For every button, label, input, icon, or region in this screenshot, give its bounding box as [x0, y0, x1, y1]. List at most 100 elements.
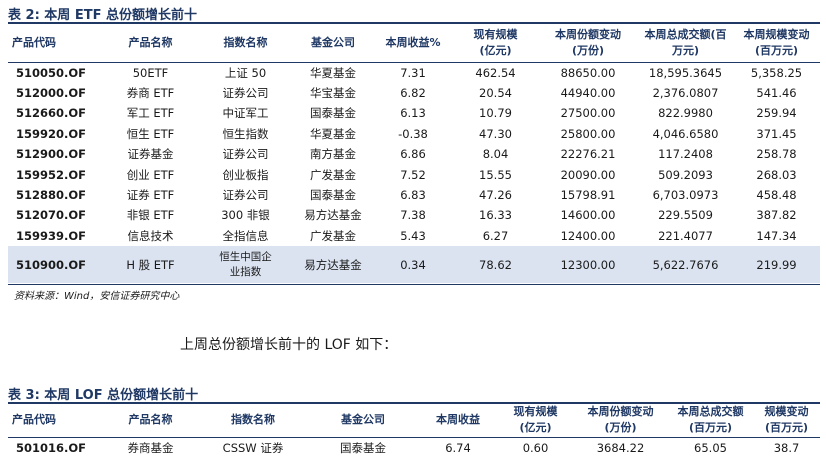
current-size: 8.04	[482, 147, 509, 162]
current-size: 16.33	[479, 208, 512, 223]
table2-caption: 表 2: 本周 ETF 总份额增长前十	[8, 8, 197, 23]
size-change: 371.45	[756, 126, 797, 141]
weekly-return: 7.31	[400, 65, 426, 80]
size-change: 5,358.25	[750, 65, 803, 80]
fund-company: 国泰基金	[340, 440, 386, 455]
current-size: 47.30	[479, 126, 512, 141]
share-change: 22276.21	[560, 147, 616, 162]
current-size: 15.55	[479, 167, 512, 182]
weekly-return: -0.38	[398, 126, 428, 141]
table3-header-cell: 产品名称	[103, 404, 198, 438]
table3-header-row: 产品代码 产品名称 指数名称 基金公司 本周收益 现有规模 (亿元) 本周份额变…	[8, 404, 820, 438]
product-code: 512900.OF	[16, 147, 87, 162]
product-code: 512000.OF	[16, 86, 87, 101]
table2-header-cell: 产品代码	[8, 24, 103, 63]
size-change: 387.82	[756, 208, 797, 223]
table-row: 159920.OF 恒生 ETF 恒生指数 华夏基金 -0.38 47.30 2…	[8, 124, 820, 144]
index-name: 全指信息	[222, 228, 269, 243]
weekly-return: 7.38	[400, 208, 426, 223]
fund-company: 华夏基金	[310, 65, 356, 80]
share-change: 15798.91	[560, 188, 616, 203]
current-size: 462.54	[475, 65, 516, 80]
table3-header-cell: 规模变动 (百万元)	[753, 404, 820, 438]
share-change: 12400.00	[560, 228, 616, 243]
table-row: 512070.OF 非银 ETF 300 非银 易方达基金 7.38 16.33…	[8, 205, 820, 225]
index-name: 创业板指	[222, 167, 269, 182]
table2-header-cell: 产品名称	[103, 24, 198, 63]
table-row: 512900.OF 证券基金 证券公司 南方基金 6.86 8.04 22276…	[8, 144, 820, 164]
table3-header-cell: 产品代码	[8, 404, 103, 438]
weekly-return: 6.13	[400, 106, 426, 121]
weekly-return: 5.43	[400, 228, 426, 243]
body-paragraph: 上周总份额增长前十的 LOF 如下：	[180, 337, 398, 353]
table2-header-row: 产品代码 产品名称 指数名称 基金公司 本周收益% 现有规模 (亿元) 本周份额…	[8, 24, 820, 63]
weekly-return: 6.86	[400, 147, 426, 162]
size-change: 458.48	[756, 188, 797, 203]
weekly-return: 6.82	[400, 86, 426, 101]
size-change: 268.03	[756, 167, 797, 182]
share-change: 12300.00	[538, 246, 638, 284]
fund-company: 广发基金	[310, 228, 356, 243]
table3-header-cell: 基金公司	[308, 404, 418, 438]
turnover: 117.2408	[658, 147, 713, 162]
turnover: 221.4077	[658, 228, 713, 243]
share-change: 14600.00	[560, 208, 616, 223]
fund-company: 华宝基金	[310, 86, 356, 101]
index-name: 证券公司	[222, 147, 269, 162]
product-name: 券商基金	[127, 440, 174, 455]
current-size: 78.62	[453, 246, 538, 284]
table-row: 512660.OF 军工 ETF 中证军工 国泰基金 6.13 10.79 27…	[8, 103, 820, 123]
fund-company: 易方达基金	[293, 246, 373, 284]
table-row: 159952.OF 创业 ETF 创业板指 广发基金 7.52 15.55 20…	[8, 164, 820, 184]
index-name: 恒生指数	[222, 126, 269, 141]
product-name: 证券 ETF	[126, 188, 175, 203]
weekly-return: 6.74	[445, 440, 471, 455]
share-change: 88650.00	[560, 65, 616, 80]
table2-header-cell: 本周份额变动 (万份)	[538, 24, 638, 63]
table3-caption: 表 3: 本周 LOF 总份额增长前十	[8, 388, 199, 403]
table-row: 159939.OF 信息技术 全指信息 广发基金 5.43 6.27 12400…	[8, 226, 820, 246]
product-code: 159952.OF	[16, 167, 87, 182]
table2-header-cell: 本周收益%	[373, 24, 453, 63]
size-change: 541.46	[756, 86, 797, 101]
current-size: 47.26	[479, 188, 512, 203]
product-code: 510900.OF	[8, 246, 103, 284]
table2-header-cell: 指数名称	[198, 24, 293, 63]
product-code: 159920.OF	[16, 126, 87, 141]
current-size: 20.54	[479, 86, 512, 101]
table3-header-cell: 本周总成交额 (百万元)	[668, 404, 753, 438]
product-name: 信息技术	[127, 228, 174, 243]
product-name: 50ETF	[132, 65, 169, 80]
turnover: 509.2093	[658, 167, 713, 182]
product-name: 恒生 ETF	[126, 126, 175, 141]
turnover: 822.9980	[658, 106, 713, 121]
fund-company: 易方达基金	[304, 208, 362, 223]
index-name: 上证 50	[224, 65, 267, 80]
table2-bottom-rule	[8, 284, 820, 285]
index-name: 证券公司	[222, 86, 269, 101]
table2-header-cell: 本周总成交额(百 万元)	[638, 24, 733, 63]
share-change: 44940.00	[560, 86, 616, 101]
fund-company: 国泰基金	[310, 106, 356, 121]
table3-header-cell: 指数名称	[198, 404, 308, 438]
turnover: 5,622.7676	[638, 246, 733, 284]
current-size: 6.27	[482, 228, 509, 243]
product-code: 512880.OF	[16, 188, 87, 203]
table-row: 512880.OF 证券 ETF 证券公司 国泰基金 6.83 47.26 15…	[8, 185, 820, 205]
table-row: 501016.OF 券商基金 CSSW 证券 国泰基金 6.74 0.60 36…	[8, 437, 820, 458]
weekly-return: 7.52	[400, 167, 426, 182]
index-name: 证券公司	[222, 188, 269, 203]
product-code: 501016.OF	[16, 440, 87, 455]
fund-company: 华夏基金	[310, 126, 356, 141]
weekly-return: 0.34	[373, 246, 453, 284]
size-change: 147.34	[756, 228, 797, 243]
fund-company: 南方基金	[310, 147, 356, 162]
share-change: 3684.22	[596, 440, 645, 455]
product-name: 创业 ETF	[126, 167, 175, 182]
product-name: 券商 ETF	[126, 86, 175, 101]
table2-header-cell: 基金公司	[293, 24, 373, 63]
product-name: 证券基金	[127, 147, 174, 162]
share-change: 20090.00	[560, 167, 616, 182]
weekly-return: 6.83	[400, 188, 426, 203]
product-name: 军工 ETF	[126, 106, 175, 121]
